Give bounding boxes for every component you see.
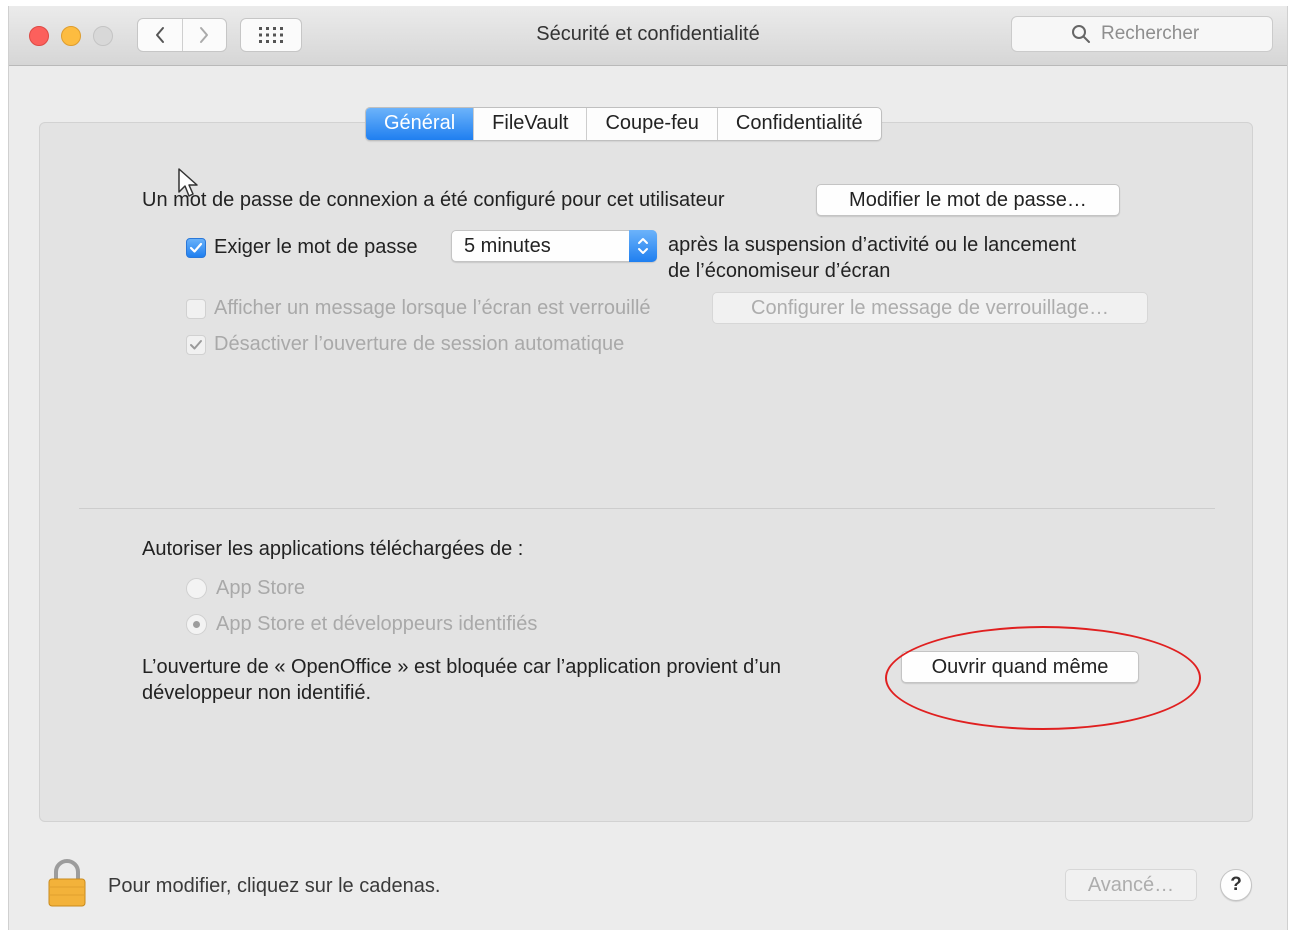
blocked-app-message-line1: L’ouverture de « OpenOffice » est bloqué… (142, 656, 781, 678)
password-configured-text: Un mot de passe de connexion a été confi… (142, 189, 725, 211)
tab-privacy[interactable]: Confidentialité (716, 108, 881, 140)
show-message-label: Afficher un message lorsque l’écran est … (214, 297, 651, 319)
advanced-button[interactable]: Avancé… (1065, 869, 1197, 901)
show-all-button[interactable] (240, 18, 302, 52)
zoom-window-button[interactable] (93, 26, 113, 46)
navigation-buttons (137, 18, 227, 52)
forward-button[interactable] (181, 19, 227, 51)
search-input[interactable] (1099, 22, 1213, 46)
lock-instruction-text: Pour modifier, cliquez sur le cadenas. (108, 875, 441, 897)
configure-lock-message-button[interactable]: Configurer le message de verrouillage… (712, 292, 1148, 324)
section-divider (79, 508, 1215, 509)
grid-icon (259, 27, 283, 43)
tab-bar: Général FileVault Coupe-feu Confidential… (365, 107, 882, 141)
radio-app-store-identified-label: App Store et développeurs identifiés (216, 613, 538, 635)
open-anyway-button[interactable]: Ouvrir quand même (901, 651, 1139, 683)
preferences-window: Sécurité et confidentialité Général File… (8, 6, 1288, 930)
show-message-checkbox[interactable] (186, 299, 206, 319)
disable-auto-login-checkbox[interactable] (186, 335, 206, 355)
require-password-after-line1: après la suspension d’activité ou le lan… (668, 234, 1077, 256)
search-icon (1072, 25, 1090, 43)
blocked-app-message-line2: développeur non identifié. (142, 682, 372, 704)
help-button[interactable]: ? (1220, 869, 1252, 901)
back-button[interactable] (138, 19, 182, 51)
require-password-label: Exiger le mot de passe (214, 236, 418, 258)
search-field[interactable] (1011, 16, 1273, 52)
title-bar: Sécurité et confidentialité (9, 6, 1287, 66)
tab-filevault[interactable]: FileVault (473, 108, 586, 140)
checkmark-icon (189, 242, 203, 253)
require-password-checkbox[interactable] (186, 238, 206, 258)
change-password-button[interactable]: Modifier le mot de passe… (816, 184, 1120, 216)
close-window-button[interactable] (29, 26, 49, 46)
padlock-icon[interactable] (47, 858, 87, 908)
tab-general[interactable]: Général (366, 108, 474, 140)
radio-app-store-label: App Store (216, 577, 305, 599)
checkmark-icon (190, 340, 202, 350)
minimize-window-button[interactable] (61, 26, 81, 46)
radio-app-store-identified[interactable] (186, 614, 207, 635)
chevron-right-icon (200, 27, 209, 43)
radio-app-store[interactable] (186, 578, 207, 599)
password-delay-popup[interactable]: 5 minutes (451, 230, 657, 262)
popup-arrows-icon (629, 230, 657, 262)
tab-panel (39, 122, 1253, 822)
require-password-after-line2: de l’économiseur d’écran (668, 260, 891, 282)
chevron-left-icon (155, 27, 164, 43)
password-delay-value: 5 minutes (464, 235, 551, 257)
disable-auto-login-label: Désactiver l’ouverture de session automa… (214, 333, 625, 355)
tab-firewall[interactable]: Coupe-feu (586, 108, 716, 140)
allow-apps-title: Autoriser les applications téléchargées … (142, 538, 524, 560)
